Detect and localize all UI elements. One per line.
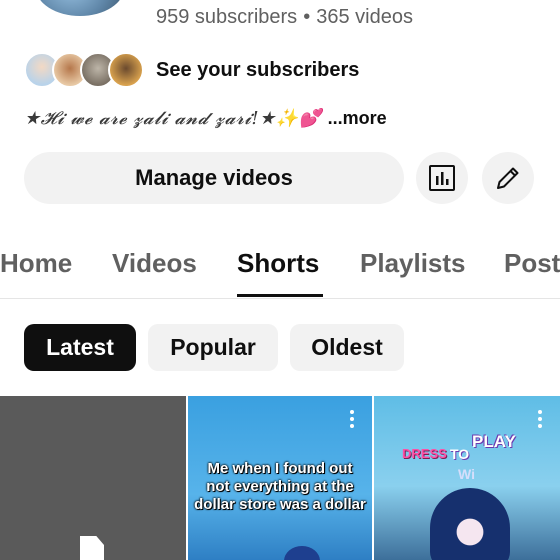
thumbnail-figure <box>284 546 320 560</box>
filter-chip-latest[interactable]: Latest <box>24 324 136 371</box>
tab-playlists[interactable]: Playlists <box>360 248 466 279</box>
tab-videos[interactable]: Videos <box>112 248 197 279</box>
channel-stats: 959 subscribers • 365 videos <box>156 6 413 29</box>
short-caption: Me when I found out not everything at th… <box>194 460 366 513</box>
see-subscribers-row[interactable]: See your subscribers <box>24 52 359 88</box>
subscriber-avatars <box>24 52 144 88</box>
pencil-icon <box>497 167 519 189</box>
shorts-grid: Me when I found out not everything at th… <box>0 396 560 560</box>
more-options-icon[interactable] <box>350 410 356 428</box>
short-thumbnail[interactable] <box>0 396 186 560</box>
active-tab-indicator <box>237 294 323 297</box>
short-thumbnail[interactable]: PLAY DRESS TO Wi <box>374 396 560 560</box>
subscriber-count: 959 subscribers <box>156 6 298 28</box>
tabs-divider <box>0 298 560 299</box>
channel-description[interactable]: ★𝓗𝓲 𝔀𝓮 𝓪𝓻𝓮 𝔃𝓪𝓵𝓲 𝓪𝓷𝓭 𝔃𝓪𝓻𝓲!★✨💕 ...more <box>24 108 387 129</box>
stats-separator: • <box>303 6 311 28</box>
analytics-button[interactable] <box>416 152 468 204</box>
title-dress: DRESS <box>402 446 447 461</box>
subscriber-avatar <box>108 52 144 88</box>
short-thumbnail[interactable]: Me when I found out not everything at th… <box>188 396 372 560</box>
filter-chip-popular[interactable]: Popular <box>148 324 278 371</box>
channel-avatar[interactable] <box>36 0 124 16</box>
tab-home[interactable]: Home <box>0 248 72 279</box>
title-to: TO <box>450 446 470 462</box>
see-subscribers-link[interactable]: See your subscribers <box>156 59 359 82</box>
manage-videos-button[interactable]: Manage videos <box>24 152 404 204</box>
channel-tabs: Home Videos Shorts Playlists Posts <box>0 244 560 298</box>
edit-channel-button[interactable] <box>482 152 534 204</box>
bio-text: ★𝓗𝓲 𝔀𝓮 𝓪𝓻𝓮 𝔃𝓪𝓵𝓲 𝓪𝓷𝓭 𝔃𝓪𝓻𝓲!★✨💕 <box>24 108 322 129</box>
more-link[interactable]: ...more <box>328 108 387 128</box>
thumbnail-character <box>430 488 510 560</box>
title-play: PLAY <box>472 432 516 451</box>
game-title-art: PLAY DRESS TO Wi <box>402 432 516 482</box>
tab-posts[interactable]: Posts <box>504 248 560 279</box>
title-wi: Wi <box>458 466 475 482</box>
more-options-icon[interactable] <box>538 410 544 428</box>
placeholder-document-icon <box>80 536 104 560</box>
analytics-icon <box>429 165 455 191</box>
tab-shorts[interactable]: Shorts <box>237 248 319 279</box>
filter-chip-oldest[interactable]: Oldest <box>290 324 404 371</box>
video-count: 365 videos <box>316 6 413 28</box>
